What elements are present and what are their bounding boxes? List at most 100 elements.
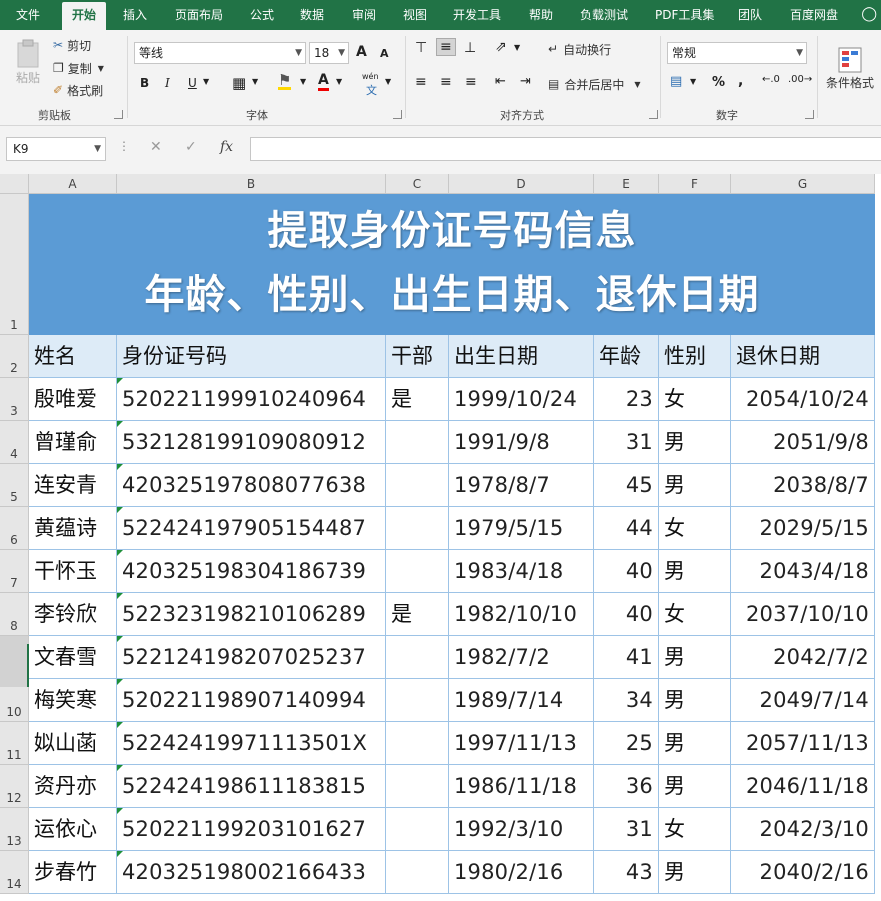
cell-birth-date[interactable]: 1982/7/2 [449,636,594,679]
tab-load-test[interactable]: 负载测试 [580,0,628,30]
orientation-icon[interactable]: ⇗ [495,39,507,55]
cell-id-number[interactable]: 522323198210106289 [117,593,386,636]
decrease-decimal-icon[interactable]: .00→ [788,74,812,85]
cell-name[interactable]: 李铃欣 [29,593,117,636]
row-header-5[interactable]: 5 [0,464,29,507]
cell-retire-date[interactable]: 2029/5/15 [731,507,875,550]
chevron-down-icon[interactable]: ▼ [300,77,306,86]
tab-developer[interactable]: 开发工具 [453,0,501,30]
cell-gender[interactable]: 男 [659,550,731,593]
row-header-12[interactable]: 12 [0,765,29,808]
insert-function-icon[interactable]: fx [220,139,233,155]
cell-age[interactable]: 36 [594,765,659,808]
cell-name[interactable]: 姒山菡 [29,722,117,765]
cell-age[interactable]: 45 [594,464,659,507]
column-header-a[interactable]: A [29,174,117,194]
cell-age[interactable]: 40 [594,593,659,636]
cell-id-number[interactable]: 520221199910240964 [117,378,386,421]
tab-help[interactable]: 帮助 [529,0,553,30]
cell-birth-date[interactable]: 1983/4/18 [449,550,594,593]
conditional-format-button[interactable]: 条件格式 [822,38,878,98]
cell-gender[interactable]: 男 [659,421,731,464]
cell-birth-date[interactable]: 1989/7/14 [449,679,594,722]
chevron-down-icon[interactable]: ▼ [690,77,696,86]
chevron-down-icon[interactable]: ▼ [514,43,520,52]
font-name-select[interactable]: 等线 ▼ [134,42,306,64]
cell-birth-date[interactable]: 1980/2/16 [449,851,594,894]
name-box[interactable]: K9 ▼ [6,137,106,161]
phonetic-guide-top[interactable]: wén [362,72,379,81]
cell-id-number[interactable]: 520221198907140994 [117,679,386,722]
header-cell-birth-date[interactable]: 出生日期 [449,335,594,378]
currency-format-icon[interactable]: ▤ [670,74,682,89]
tab-insert[interactable]: 插入 [123,0,147,30]
cell-cadre[interactable] [386,464,449,507]
row-header-6[interactable]: 6 [0,507,29,550]
tab-data[interactable]: 数据 [300,0,324,30]
cell-retire-date[interactable]: 2042/7/2 [731,636,875,679]
format-painter-button[interactable]: ✐ 格式刷 [53,82,103,98]
select-all-corner[interactable] [0,174,29,194]
cell-retire-date[interactable]: 2051/9/8 [731,421,875,464]
cell-gender[interactable]: 男 [659,679,731,722]
cell-age[interactable]: 40 [594,550,659,593]
font-launcher-icon[interactable] [393,110,402,119]
comma-style-button[interactable]: , [738,73,743,89]
cell-age[interactable]: 25 [594,722,659,765]
cell-age[interactable]: 43 [594,851,659,894]
cell-gender[interactable]: 男 [659,722,731,765]
fill-color-icon[interactable]: ⚑ [278,73,292,90]
cell-cadre[interactable] [386,550,449,593]
grow-font-button[interactable]: A [356,44,367,60]
cell-retire-date[interactable]: 2057/11/13 [731,722,875,765]
cell-id-number[interactable]: 532128199109080912 [117,421,386,464]
cell-birth-date[interactable]: 1978/8/7 [449,464,594,507]
cell-cadre[interactable]: 是 [386,593,449,636]
align-left-icon[interactable]: ≡ [415,74,427,90]
cell-gender[interactable]: 男 [659,851,731,894]
row-header-11[interactable]: 11 [0,722,29,765]
cell-name[interactable]: 文春雪 [29,636,117,679]
cancel-icon[interactable]: ✕ [150,139,162,155]
cell-gender[interactable]: 女 [659,507,731,550]
align-middle-icon[interactable]: ≡ [436,38,456,56]
row-header-2[interactable]: 2 [0,335,29,378]
cell-cadre[interactable] [386,679,449,722]
chevron-down-icon[interactable]: ▼ [385,77,391,86]
tab-page-layout[interactable]: 页面布局 [175,0,223,30]
column-header-d[interactable]: D [449,174,594,194]
tab-team[interactable]: 团队 [738,0,762,30]
tab-view[interactable]: 视图 [403,0,427,30]
column-header-c[interactable]: C [386,174,449,194]
chevron-down-icon[interactable]: ▼ [252,77,258,86]
row-header-14[interactable]: 14 [0,851,29,894]
lightbulb-icon[interactable]: ◯ [861,6,877,22]
phonetic-guide-icon[interactable]: 文 [366,82,377,98]
tab-home[interactable]: 开始 [62,2,107,30]
cell-gender[interactable]: 男 [659,765,731,808]
cell-id-number[interactable]: 522424197905154487 [117,507,386,550]
font-color-button[interactable]: A [318,73,329,91]
row-header-7[interactable]: 7 [0,550,29,593]
cell-cadre[interactable] [386,636,449,679]
cell-id-number[interactable]: 420325198002166433 [117,851,386,894]
cell-gender[interactable]: 女 [659,378,731,421]
cell-cadre[interactable] [386,851,449,894]
row-header-1[interactable]: 1 [0,194,29,335]
tab-review[interactable]: 审阅 [352,0,376,30]
cell-birth-date[interactable]: 1986/11/18 [449,765,594,808]
tab-baidu-netdisk[interactable]: 百度网盘 [790,0,838,30]
cell-birth-date[interactable]: 1999/10/24 [449,378,594,421]
header-cell-cadre[interactable]: 干部 [386,335,449,378]
cell-retire-date[interactable]: 2049/7/14 [731,679,875,722]
header-cell-id-number[interactable]: 身份证号码 [117,335,386,378]
cell-name[interactable]: 曾瑾俞 [29,421,117,464]
underline-button[interactable]: U [188,76,197,90]
cell-id-number[interactable]: 420325197808077638 [117,464,386,507]
cell-retire-date[interactable]: 2054/10/24 [731,378,875,421]
column-header-f[interactable]: F [659,174,731,194]
header-cell-age[interactable]: 年龄 [594,335,659,378]
row-header-13[interactable]: 13 [0,808,29,851]
cell-gender[interactable]: 女 [659,593,731,636]
title-cell[interactable]: 提取身份证号码信息 年龄、性别、出生日期、退休日期 [29,194,875,335]
